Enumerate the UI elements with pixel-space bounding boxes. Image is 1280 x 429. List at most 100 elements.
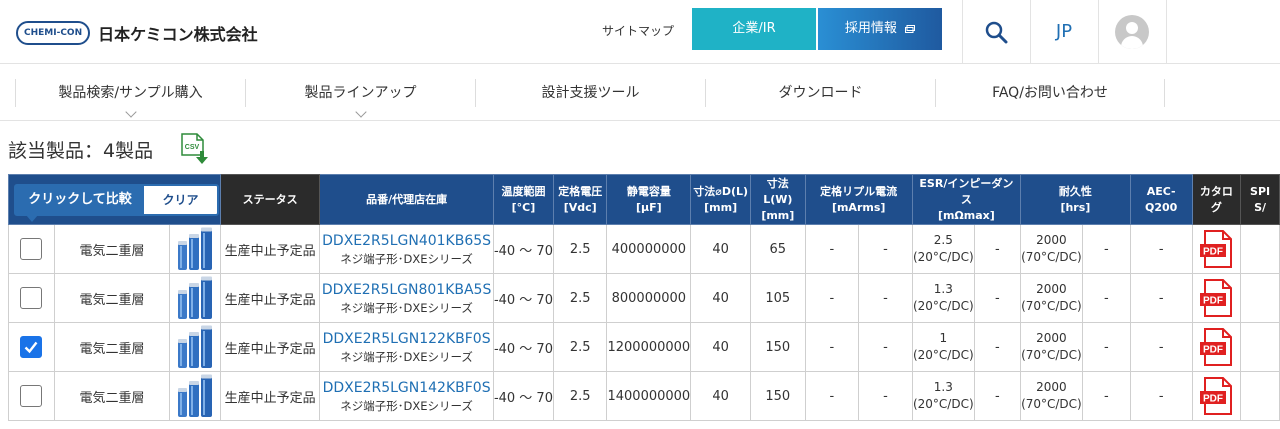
logo[interactable]: CHEMI-CON 日本ケミコン株式会社	[16, 20, 258, 46]
nav-item-download[interactable]: ダウンロード	[705, 79, 935, 107]
part-no-cell: DDXE2R5LGN122KBF0S ネジ端子形･DXEシリーズ	[319, 322, 494, 372]
pdf-icon[interactable]: PDF	[1199, 377, 1233, 415]
header-dim-l[interactable]: 寸法L(W) [mm]	[750, 174, 806, 225]
header-dim-d-label: 寸法⌀D(L)	[693, 184, 749, 198]
clear-button[interactable]: クリア	[144, 186, 217, 214]
corp-ir-button[interactable]: 企業/IR	[692, 8, 816, 50]
nav-item-product-lineup[interactable]: 製品ラインアップ	[245, 79, 475, 118]
part-number-link[interactable]: DDXE2R5LGN401KB65S	[321, 231, 493, 251]
esr-value: 1	[939, 331, 948, 345]
ripple-current-2: -	[858, 273, 913, 323]
endurance-2: -	[1081, 224, 1131, 274]
header-dim-d[interactable]: 寸法⌀D(L) [mm]	[690, 174, 752, 225]
corp-ir-label: 企業/IR	[732, 21, 776, 36]
header-spice-label: SPI	[1250, 184, 1271, 198]
compare-checkbox[interactable]	[20, 287, 43, 309]
rated-voltage: 2.5	[552, 371, 608, 421]
csv-download-button[interactable]: CSV	[180, 133, 210, 165]
nav-item-faq[interactable]: FAQ/お問い合わせ	[935, 79, 1165, 107]
product-image-cell	[169, 322, 221, 372]
series-text: ネジ端子形･DXEシリーズ	[340, 301, 473, 315]
header-capacitance-unit: [μF]	[636, 200, 662, 214]
catalog-cell: PDF	[1191, 273, 1242, 323]
header-capacitance[interactable]: 静電容量 [μF]	[606, 174, 692, 225]
ripple-current: -	[804, 273, 860, 323]
compare-checkbox[interactable]	[20, 385, 43, 407]
table-row[interactable]: 電気二重層 生産中止予定品 DDXE2R5LGN142KBF0S ネジ端子形･D…	[8, 371, 1280, 421]
recruit-label: 採用情報	[844, 21, 897, 36]
aec-q200: -	[1129, 371, 1193, 421]
part-number-link[interactable]: DDXE2R5LGN142KBF0S	[321, 378, 493, 398]
endurance-condition: (70°C/DC)	[1021, 250, 1082, 264]
dimension-d: 40	[690, 224, 752, 274]
search-button[interactable]	[962, 0, 1030, 64]
nav-item-design-tools[interactable]: 設計支援ツール	[475, 79, 705, 107]
compare-checkbox-cell	[8, 371, 55, 421]
avatar-icon	[1115, 15, 1149, 49]
esr-cell: 1.3 (20°C/DC)	[911, 273, 975, 323]
endurance-condition: (70°C/DC)	[1021, 397, 1082, 411]
header-esr[interactable]: ESR/インピーダンス [mΩmax]	[911, 174, 1021, 225]
pdf-icon[interactable]: PDF	[1199, 230, 1233, 268]
header-aec[interactable]: AEC-Q200	[1129, 174, 1193, 225]
header-endurance-label: 耐久性	[1058, 184, 1092, 198]
pdf-icon[interactable]: PDF	[1199, 328, 1233, 366]
table-row[interactable]: 電気二重層 生産中止予定品 DDXE2R5LGN401KB65S ネジ端子形･D…	[8, 224, 1280, 274]
dimension-l: 150	[750, 371, 806, 421]
compare-checkbox[interactable]	[20, 238, 43, 260]
endurance-cell: 2000 (70°C/DC)	[1019, 273, 1083, 323]
capacitance: 1200000000	[606, 322, 692, 372]
capacitor-image	[178, 227, 213, 270]
endurance-value: 2000	[1036, 380, 1067, 394]
sitemap-link[interactable]: サイトマップ	[602, 22, 674, 39]
product-type: 電気二重層	[53, 224, 171, 274]
dimension-d: 40	[690, 322, 752, 372]
pdf-label: PDF	[1203, 345, 1223, 356]
compare-controls: クリックして比較 クリア	[14, 184, 219, 222]
compare-checkbox[interactable]	[20, 336, 43, 358]
series-text: ネジ端子形･DXEシリーズ	[340, 252, 473, 266]
header-part-no[interactable]: 品番/代理店在庫	[319, 174, 494, 225]
compare-button[interactable]: クリックして比較	[16, 186, 144, 222]
header-ripple-label: 定格リプル電流	[820, 184, 898, 198]
rated-voltage: 2.5	[552, 322, 608, 372]
status-text: 生産中止予定品	[219, 371, 321, 421]
language-button[interactable]: JP	[1030, 0, 1098, 64]
header-ripple[interactable]: 定格リプル電流 [mArms]	[804, 174, 913, 225]
aec-q200: -	[1129, 224, 1193, 274]
part-number-link[interactable]: DDXE2R5LGN801KBA5S	[321, 280, 493, 300]
header-status[interactable]: ステータス	[219, 174, 321, 225]
header-endurance[interactable]: 耐久性 [hrs]	[1019, 174, 1131, 225]
capacitor-image	[178, 374, 213, 417]
endurance-value: 2000	[1036, 331, 1067, 345]
header-dim-l-label: 寸法L(W)	[763, 176, 793, 206]
product-image-cell	[169, 273, 221, 323]
header-voltage[interactable]: 定格電圧 [Vdc]	[552, 174, 608, 225]
ripple-current: -	[804, 322, 860, 372]
product-table: クリックして比較 クリア ステータス 品番/代理店在庫 温度範囲 [°C] 定格電…	[8, 174, 1280, 421]
header-temp[interactable]: 温度範囲 [°C]	[492, 174, 554, 225]
product-type: 電気二重層	[53, 322, 171, 372]
recruit-button[interactable]: 採用情報	[818, 8, 942, 50]
user-button[interactable]	[1098, 0, 1166, 64]
header-endurance-unit: [hrs]	[1060, 200, 1091, 214]
esr-value: 1.3	[933, 380, 953, 394]
temp-range: -40 ～ 70	[492, 224, 554, 274]
nav-item-label: 製品ラインアップ	[304, 85, 417, 101]
esr-2: -	[973, 273, 1021, 323]
header-spice: SPI S/	[1240, 174, 1280, 225]
dimension-l: 150	[750, 322, 806, 372]
table-row[interactable]: 電気二重層 生産中止予定品 DDXE2R5LGN801KBA5S ネジ端子形･D…	[8, 273, 1280, 323]
pdf-icon[interactable]: PDF	[1199, 279, 1233, 317]
part-no-cell: DDXE2R5LGN401KB65S ネジ端子形･DXEシリーズ	[319, 224, 494, 274]
endurance-value: 2000	[1036, 233, 1067, 247]
ripple-current: -	[804, 224, 860, 274]
header-catalog: カタログ	[1191, 174, 1242, 225]
nav-item-product-search[interactable]: 製品検索/サンプル購入	[15, 79, 245, 118]
table-header-row: クリックして比較 クリア ステータス 品番/代理店在庫 温度範囲 [°C] 定格電…	[8, 174, 1280, 225]
esr-value: 2.5	[933, 233, 953, 247]
table-row[interactable]: 電気二重層 生産中止予定品 DDXE2R5LGN122KBF0S ネジ端子形･D…	[8, 322, 1280, 372]
status-text: 生産中止予定品	[219, 322, 321, 372]
pdf-label: PDF	[1203, 394, 1223, 405]
part-number-link[interactable]: DDXE2R5LGN122KBF0S	[321, 329, 493, 349]
